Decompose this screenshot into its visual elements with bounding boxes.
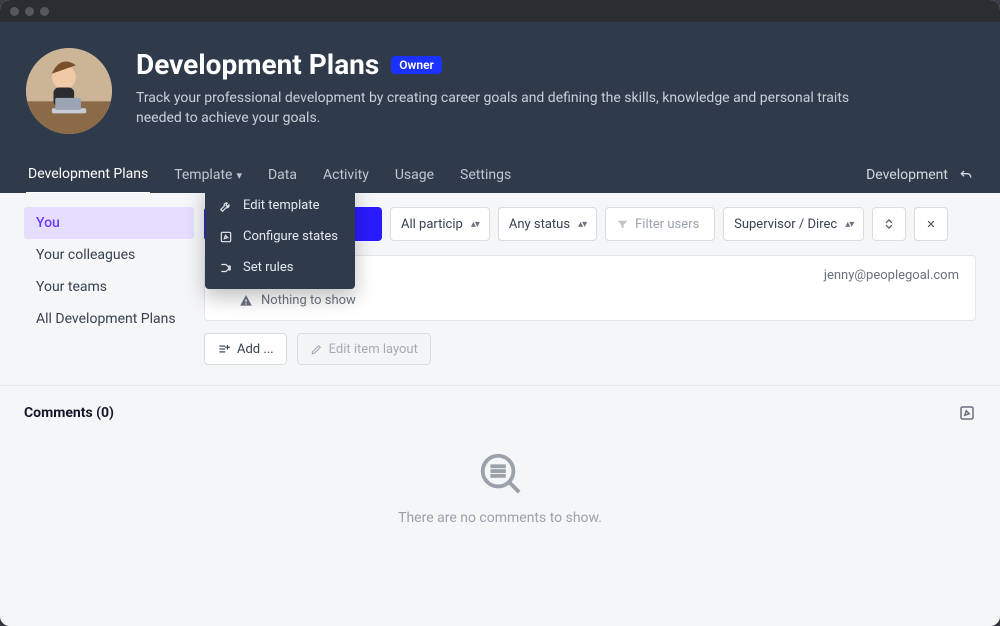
page-body: You Your colleagues Your teams All Devel… bbox=[0, 193, 1000, 626]
tab-data[interactable]: Data bbox=[266, 157, 299, 193]
collapse-all-button[interactable] bbox=[914, 207, 948, 241]
add-button[interactable]: Add ... bbox=[204, 333, 287, 365]
sidenav-item-teams[interactable]: Your teams bbox=[24, 271, 194, 303]
sort-icon: ▴▾ bbox=[471, 219, 479, 230]
page-subtitle: Track your professional development by c… bbox=[136, 89, 856, 128]
tab-settings[interactable]: Settings bbox=[458, 157, 513, 193]
pencil-icon bbox=[310, 343, 323, 356]
magnify-list-icon bbox=[477, 450, 523, 496]
role-select-label: Supervisor / Direc bbox=[734, 217, 837, 232]
add-button-label: Add ... bbox=[237, 342, 274, 357]
chevron-down-icon: ▾ bbox=[236, 169, 242, 182]
tab-usage[interactable]: Usage bbox=[393, 157, 436, 193]
card-actions: Add ... Edit item layout bbox=[204, 333, 976, 365]
user-avatar[interactable] bbox=[26, 48, 112, 134]
menu-set-rules-label: Set rules bbox=[243, 260, 293, 275]
traffic-light-close[interactable] bbox=[10, 7, 19, 16]
sidenav-item-all-plans[interactable]: All Development Plans bbox=[24, 303, 194, 335]
content-area: You Your colleagues Your teams All Devel… bbox=[0, 193, 1000, 365]
page-header: Development Plans Owner Track your profe… bbox=[0, 22, 1000, 193]
participants-select[interactable]: All particip ▴▾ bbox=[390, 207, 490, 241]
app-window: Development Plans Owner Track your profe… bbox=[0, 0, 1000, 626]
sort-icon: ▴▾ bbox=[578, 219, 586, 230]
sidenav-item-colleagues[interactable]: Your colleagues bbox=[24, 239, 194, 271]
menu-set-rules[interactable]: Set rules bbox=[205, 252, 355, 283]
tab-development-plans[interactable]: Development Plans bbox=[26, 156, 150, 194]
primary-tabs: Development Plans Template ▾ Data Activit… bbox=[26, 156, 974, 193]
role-select[interactable]: Supervisor / Direc ▴▾ bbox=[723, 207, 864, 241]
owner-badge: Owner bbox=[391, 56, 442, 74]
menu-configure-states-label: Configure states bbox=[243, 229, 338, 244]
side-nav: You Your colleagues Your teams All Devel… bbox=[24, 207, 194, 335]
traffic-light-minimize[interactable] bbox=[25, 7, 34, 16]
expand-collapse-button[interactable] bbox=[872, 207, 906, 241]
add-icon bbox=[217, 342, 231, 356]
comments-section: Comments (0) There are no comments to sh… bbox=[0, 385, 1000, 546]
status-select[interactable]: Any status ▴▾ bbox=[498, 207, 597, 241]
sidenav-item-you[interactable]: You bbox=[24, 207, 194, 239]
filter-users-placeholder: Filter users bbox=[635, 217, 699, 232]
window-titlebar bbox=[0, 0, 1000, 22]
filter-users-input[interactable]: Filter users bbox=[605, 207, 715, 241]
warning-icon bbox=[239, 294, 253, 308]
compose-comment-button[interactable] bbox=[958, 404, 976, 422]
edit-layout-label: Edit item layout bbox=[329, 342, 418, 357]
menu-edit-template-label: Edit template bbox=[243, 198, 319, 213]
plan-owner-email: jenny@peoplegoal.com bbox=[824, 268, 959, 283]
menu-edit-template[interactable]: Edit template bbox=[205, 193, 355, 221]
context-label: Development bbox=[866, 167, 948, 183]
undo-icon[interactable] bbox=[958, 167, 974, 183]
comments-empty-state: There are no comments to show. bbox=[24, 422, 976, 536]
tab-template[interactable]: Template ▾ bbox=[172, 157, 244, 193]
traffic-light-zoom[interactable] bbox=[40, 7, 49, 16]
edit-square-icon bbox=[219, 230, 233, 244]
wrench-icon bbox=[219, 199, 233, 213]
participants-select-label: All particip bbox=[401, 217, 463, 232]
menu-configure-states[interactable]: Configure states bbox=[205, 221, 355, 252]
status-select-label: Any status bbox=[509, 217, 570, 232]
template-dropdown: Edit template Configure states Set rules bbox=[205, 193, 355, 289]
card-empty-text: Nothing to show bbox=[261, 293, 356, 308]
filter-icon bbox=[616, 218, 629, 231]
comments-empty-text: There are no comments to show. bbox=[398, 510, 602, 526]
branch-icon bbox=[219, 261, 233, 275]
comments-heading: Comments (0) bbox=[24, 405, 114, 421]
tab-template-label: Template bbox=[174, 167, 232, 183]
sort-icon: ▴▾ bbox=[845, 219, 853, 230]
edit-layout-button[interactable]: Edit item layout bbox=[297, 333, 431, 365]
tab-activity[interactable]: Activity bbox=[321, 157, 371, 193]
page-title: Development Plans bbox=[136, 48, 379, 81]
